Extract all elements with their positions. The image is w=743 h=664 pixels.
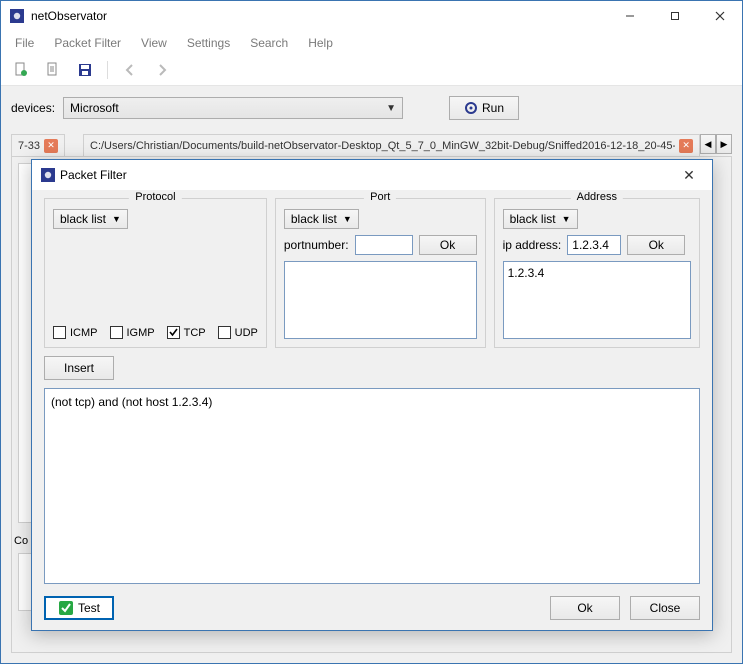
chevron-down-icon: ▼ <box>112 214 121 224</box>
new-file-icon[interactable] <box>9 58 33 82</box>
tab-scroll: ◀ ▶ <box>700 134 732 156</box>
main-window: netObservator File Packet Filter View Se… <box>0 0 743 664</box>
packet-filter-dialog: Packet Filter ✕ Protocol black list ▼ <box>31 159 713 631</box>
dialog-body: Protocol black list ▼ ICMP IGMP TCP UDP <box>32 190 712 630</box>
device-selected: Microsoft <box>70 101 119 115</box>
port-legend: Port <box>364 191 396 203</box>
protocol-group: Protocol black list ▼ ICMP IGMP TCP UDP <box>44 198 267 348</box>
tab-2-close-icon[interactable]: ✕ <box>679 139 693 153</box>
column-hint: Co <box>14 535 28 547</box>
tab-scroll-left-icon[interactable]: ◀ <box>700 134 716 154</box>
filter-expression-text: (not tcp) and (not host 1.2.3.4) <box>51 395 212 409</box>
check-icon <box>168 327 179 338</box>
device-select[interactable]: Microsoft ▼ <box>63 97 403 119</box>
icmp-checkbox[interactable]: ICMP <box>53 326 98 339</box>
gear-icon <box>464 101 478 115</box>
maximize-button[interactable] <box>652 1 697 31</box>
tab-2-label: C:/Users/Christian/Documents/build-netOb… <box>90 140 675 152</box>
udp-checkbox[interactable]: UDP <box>218 326 258 339</box>
tab-1-label: 7-33 <box>18 140 40 152</box>
check-icon <box>58 600 74 616</box>
open-file-icon[interactable] <box>41 58 65 82</box>
app-icon <box>9 8 25 24</box>
port-mode-select[interactable]: black list ▼ <box>284 209 359 229</box>
test-button[interactable]: Test <box>44 596 114 620</box>
address-legend: Address <box>571 191 623 203</box>
save-icon[interactable] <box>73 58 97 82</box>
igmp-checkbox[interactable]: IGMP <box>110 326 155 339</box>
devices-label: devices: <box>11 101 55 115</box>
menu-file[interactable]: File <box>5 34 44 52</box>
filter-expression[interactable]: (not tcp) and (not host 1.2.3.4) <box>44 388 700 584</box>
window-title: netObservator <box>31 9 107 23</box>
protocol-mode-select[interactable]: black list ▼ <box>53 209 128 229</box>
tab-2[interactable]: C:/Users/Christian/Documents/build-netOb… <box>83 134 700 156</box>
app-icon <box>40 167 56 183</box>
dialog-close-icon[interactable]: ✕ <box>674 160 704 190</box>
port-mode-value: black list <box>291 212 337 226</box>
menu-help[interactable]: Help <box>298 34 343 52</box>
toolbar <box>1 55 742 85</box>
portnumber-input[interactable] <box>355 235 413 255</box>
chevron-down-icon: ▼ <box>562 214 571 224</box>
dialog-ok-button[interactable]: Ok <box>550 596 620 620</box>
address-mode-value: black list <box>510 212 556 226</box>
devices-row: devices: Microsoft ▼ Run <box>11 96 732 120</box>
tab-1-close-icon[interactable]: ✕ <box>44 139 58 153</box>
run-button[interactable]: Run <box>449 96 519 120</box>
dialog-titlebar: Packet Filter ✕ <box>32 160 712 190</box>
menu-view[interactable]: View <box>131 34 177 52</box>
dialog-footer: Test Ok Close <box>44 592 700 620</box>
menu-search[interactable]: Search <box>240 34 298 52</box>
address-mode-select[interactable]: black list ▼ <box>503 209 578 229</box>
protocol-legend: Protocol <box>129 191 181 203</box>
address-list[interactable]: 1.2.3.4 <box>503 261 691 339</box>
address-ok-button[interactable]: Ok <box>627 235 685 255</box>
run-label: Run <box>482 101 504 115</box>
tab-1[interactable]: 7-33 ✕ <box>11 134 65 156</box>
menu-packet-filter[interactable]: Packet Filter <box>44 34 131 52</box>
dialog-title: Packet Filter <box>60 168 127 182</box>
portnumber-label: portnumber: <box>284 238 349 252</box>
ipaddress-input[interactable] <box>567 235 621 255</box>
ipaddress-label: ip address: <box>503 238 562 252</box>
chevron-down-icon: ▼ <box>343 214 352 224</box>
address-group: Address black list ▼ ip address: Ok 1.2.… <box>494 198 700 348</box>
chevron-down-icon: ▼ <box>386 103 396 114</box>
port-list[interactable] <box>284 261 477 339</box>
protocol-mode-value: black list <box>60 212 106 226</box>
forward-arrow-icon[interactable] <box>150 58 174 82</box>
port-group: Port black list ▼ portnumber: Ok <box>275 198 486 348</box>
titlebar: netObservator <box>1 1 742 31</box>
dialog-close-button[interactable]: Close <box>630 596 700 620</box>
insert-button[interactable]: Insert <box>44 356 114 380</box>
list-item[interactable]: 1.2.3.4 <box>508 266 686 280</box>
back-arrow-icon[interactable] <box>118 58 142 82</box>
tab-row: 7-33 ✕ C:/Users/Christian/Documents/buil… <box>11 134 732 156</box>
minimize-button[interactable] <box>607 1 652 31</box>
tcp-checkbox[interactable]: TCP <box>167 326 206 339</box>
menubar: File Packet Filter View Settings Search … <box>1 31 742 55</box>
tab-scroll-right-icon[interactable]: ▶ <box>716 134 732 154</box>
close-button[interactable] <box>697 1 742 31</box>
menu-settings[interactable]: Settings <box>177 34 240 52</box>
port-ok-button[interactable]: Ok <box>419 235 477 255</box>
